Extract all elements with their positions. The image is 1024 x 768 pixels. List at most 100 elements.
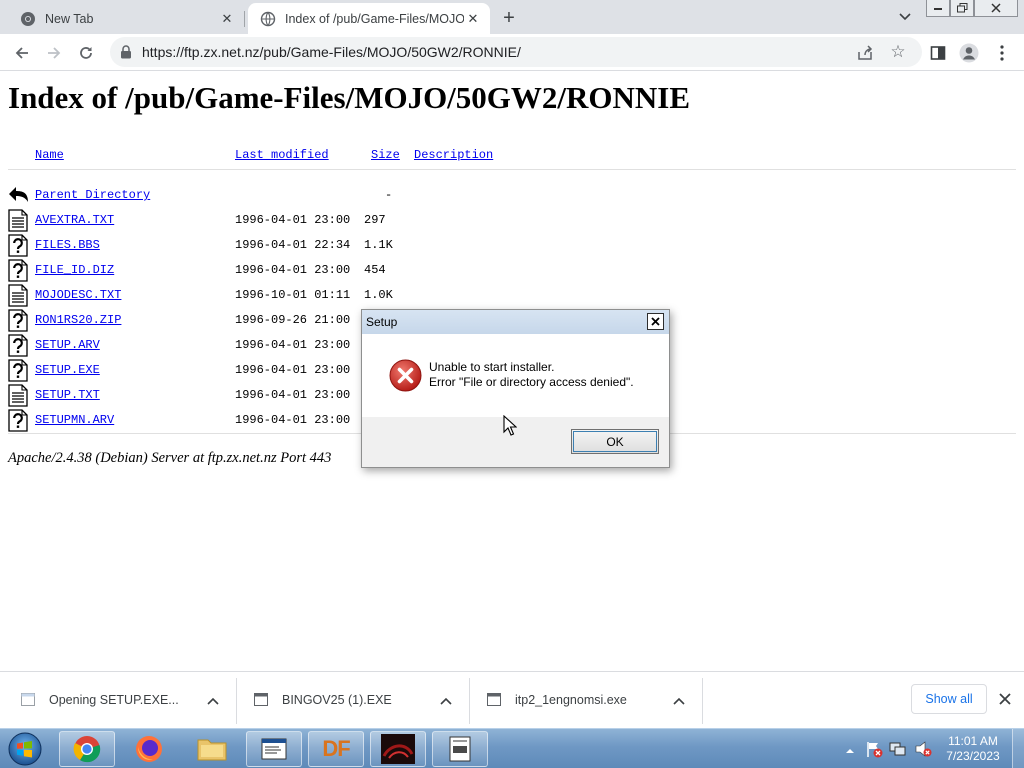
side-panel-icon[interactable]: [928, 43, 948, 63]
minimize-button[interactable]: [926, 0, 950, 17]
taskbar-document-button[interactable]: [246, 731, 302, 767]
back-folder-icon: [8, 184, 28, 207]
address-bar[interactable]: https://ftp.zx.net.nz/pub/Game-Files/MOJ…: [110, 37, 922, 67]
file-date: 1996-04-01 23:00: [235, 338, 351, 352]
file-date: 1996-10-01 01:11: [235, 288, 351, 302]
download-name: itp2_1engnomsi.exe: [515, 693, 627, 707]
ok-button[interactable]: OK: [571, 429, 659, 454]
exe-file-icon: [21, 693, 35, 706]
taskbar-explorer-button[interactable]: [184, 731, 240, 767]
mouse-pointer-icon: [503, 414, 518, 437]
column-header-last-modified[interactable]: Last modified: [235, 148, 329, 162]
setup-app-icon: [449, 736, 471, 762]
download-item[interactable]: itp2_1engnomsi.exe: [466, 678, 702, 724]
server-signature: Apache/2.4.38 (Debian) Server at ftp.zx.…: [8, 450, 332, 466]
profile-avatar-icon[interactable]: [959, 43, 979, 63]
file-link[interactable]: SETUP.ARV: [35, 338, 100, 352]
show-hidden-icons-icon[interactable]: [845, 743, 855, 753]
download-item[interactable]: Opening SETUP.EXE...: [0, 678, 236, 724]
error-icon: [389, 359, 422, 392]
taskbar-setup-button[interactable]: [432, 731, 488, 767]
tab-search-chevron-icon[interactable]: [896, 8, 914, 26]
file-size: 454: [364, 263, 386, 277]
file-row: FILES.BBS 1996-04-01 22:34 1.1K: [0, 234, 500, 263]
unknown-file-icon: [8, 259, 28, 282]
dialog-message-line-1: Unable to start installer.: [429, 360, 555, 374]
close-tab-icon[interactable]: ✕: [218, 10, 236, 28]
chevron-up-icon[interactable]: [439, 694, 453, 708]
share-icon[interactable]: [856, 44, 874, 62]
taskbar-df-button[interactable]: DF: [308, 731, 364, 767]
globe-icon: [260, 11, 276, 27]
taskbar-firefox-button[interactable]: [121, 731, 177, 767]
tab-title: New Tab: [45, 11, 94, 26]
start-orb-icon[interactable]: [4, 730, 46, 768]
dialog-titlebar[interactable]: Setup: [362, 310, 669, 334]
reload-icon[interactable]: [74, 41, 98, 65]
file-row: AVEXTRA.TXT 1996-04-01 23:00 297: [0, 209, 500, 238]
file-link[interactable]: SETUP.EXE: [35, 363, 100, 377]
unknown-file-icon: [8, 409, 28, 432]
file-date: 1996-09-26 21:00: [235, 313, 351, 327]
url-text[interactable]: https://ftp.zx.net.nz/pub/Game-Files/MOJ…: [142, 44, 521, 60]
download-name: BINGOV25 (1).EXE: [282, 693, 392, 707]
browser-toolbar: https://ftp.zx.net.nz/pub/Game-Files/MOJ…: [0, 34, 1024, 71]
file-link[interactable]: FILE_ID.DIZ: [35, 263, 114, 277]
dialog-body: Unable to start installer. Error "File o…: [362, 334, 669, 417]
volume-muted-icon[interactable]: [914, 740, 932, 758]
chrome-icon: [20, 11, 36, 27]
forward-arrow-icon[interactable]: [42, 41, 66, 65]
action-center-flag-icon[interactable]: [865, 740, 883, 758]
parent-directory-link[interactable]: Parent Directory: [35, 188, 150, 202]
download-separator: [702, 678, 703, 724]
bookmark-star-icon[interactable]: ☆: [888, 42, 908, 62]
file-link[interactable]: RON1RS20.ZIP: [35, 313, 121, 327]
close-shelf-icon[interactable]: [997, 691, 1013, 707]
clock-time: 11:01 AM: [948, 734, 998, 748]
show-all-downloads-button[interactable]: Show all: [911, 684, 987, 714]
back-arrow-icon[interactable]: [10, 41, 34, 65]
restore-button[interactable]: [950, 0, 974, 17]
browser-menu-icon[interactable]: [992, 43, 1012, 63]
exe-file-icon: [487, 693, 501, 706]
network-icon[interactable]: [889, 740, 907, 758]
file-size: 297: [364, 213, 386, 227]
new-tab-button[interactable]: +: [498, 7, 520, 29]
close-tab-icon[interactable]: ✕: [464, 10, 482, 28]
file-link[interactable]: FILES.BBS: [35, 238, 100, 252]
column-header-name[interactable]: Name: [35, 148, 64, 162]
lock-icon[interactable]: [120, 45, 132, 59]
file-size: 1.1K: [364, 238, 393, 252]
chevron-up-icon[interactable]: [206, 694, 220, 708]
file-link[interactable]: AVEXTRA.TXT: [35, 213, 114, 227]
tab-title: Index of /pub/Game-Files/MOJO/: [285, 11, 464, 26]
document-icon: [261, 738, 287, 760]
file-date: 1996-04-01 23:00: [235, 263, 351, 277]
firefox-icon: [136, 736, 162, 762]
system-clock[interactable]: 11:01 AM 7/23/2023: [940, 734, 1006, 764]
file-date: 1996-04-01 23:00: [235, 363, 351, 377]
tab-new-tab[interactable]: New Tab ✕: [8, 3, 244, 34]
file-link[interactable]: SETUPMN.ARV: [35, 413, 114, 427]
unknown-file-icon: [8, 359, 28, 382]
file-explorer-icon: [197, 739, 227, 761]
text-file-icon: [8, 284, 28, 307]
text-file-icon: [8, 384, 28, 407]
column-header-size[interactable]: Size: [371, 148, 400, 162]
file-link[interactable]: SETUP.TXT: [35, 388, 100, 402]
dialog-title: Setup: [366, 315, 398, 329]
download-name: Opening SETUP.EXE...: [49, 693, 179, 707]
page-title: Index of /pub/Game-Files/MOJO/50GW2/RONN…: [8, 80, 691, 115]
header-divider: [8, 169, 1016, 170]
taskbar-game-button[interactable]: [370, 731, 426, 767]
tab-index-of[interactable]: Index of /pub/Game-Files/MOJO/ ✕: [248, 3, 490, 34]
show-desktop-button[interactable]: [1012, 729, 1024, 768]
file-link[interactable]: MOJODESC.TXT: [35, 288, 121, 302]
window-close-button[interactable]: [974, 0, 1018, 17]
download-item[interactable]: BINGOV25 (1).EXE: [233, 678, 469, 724]
file-row: FILE_ID.DIZ 1996-04-01 23:00 454: [0, 259, 500, 288]
chevron-up-icon[interactable]: [672, 694, 686, 708]
dialog-close-icon[interactable]: [647, 313, 664, 330]
column-header-description[interactable]: Description: [414, 148, 493, 162]
taskbar-chrome-button[interactable]: [59, 731, 115, 767]
